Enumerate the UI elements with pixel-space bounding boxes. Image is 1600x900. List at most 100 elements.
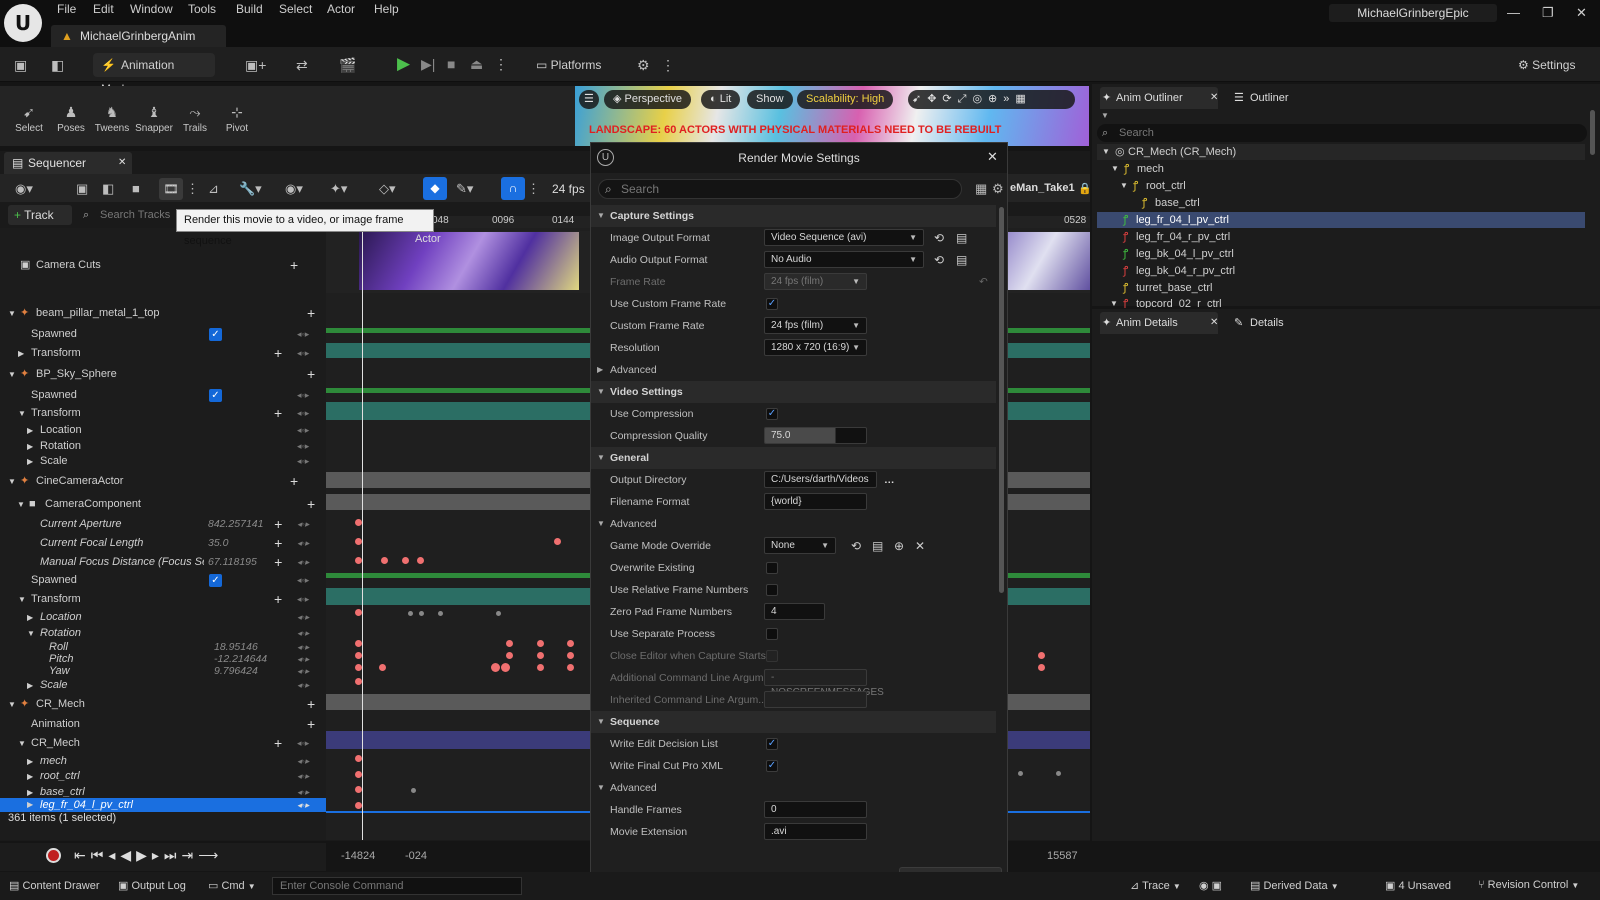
- restore-icon[interactable]: ❐: [1542, 5, 1554, 21]
- section-general[interactable]: ▼ General: [591, 447, 996, 469]
- reset-icon[interactable]: ⟲: [851, 535, 861, 557]
- plus-icon[interactable]: +: [274, 515, 282, 534]
- revision-control-button[interactable]: ⑂ Revision Control ▼: [1478, 879, 1579, 891]
- keyframe[interactable]: [355, 802, 362, 809]
- use-custom-frame-rate-checkbox[interactable]: ✓: [766, 298, 778, 310]
- unsaved-button[interactable]: ▣ 4 Unsaved: [1385, 879, 1451, 892]
- browse-folder-icon[interactable]: ▤: [956, 249, 967, 271]
- eject-icon[interactable]: ⏏: [470, 56, 483, 73]
- menu-select[interactable]: Select: [279, 2, 312, 16]
- range-mid[interactable]: -024: [405, 850, 427, 862]
- keyframe[interactable]: [355, 652, 362, 659]
- resolution-dropdown[interactable]: 1280 x 720 (16:9) ▼: [764, 339, 867, 356]
- dialog-scrollbar[interactable]: [999, 207, 1004, 593]
- track-row[interactable]: ▣ Camera Cuts +: [0, 256, 326, 275]
- trace-button[interactable]: ⊿ Trace ▼: [1130, 879, 1181, 892]
- platforms-button[interactable]: ▭ Platforms ▼: [528, 53, 618, 95]
- plus-icon[interactable]: +: [307, 695, 315, 714]
- lock-icon[interactable]: 🔒: [1078, 182, 1092, 195]
- expand-arrow-icon[interactable]: ▼: [8, 365, 16, 384]
- outliner-item[interactable]: ▼ ꝭ root_ctrl: [1097, 178, 1585, 194]
- mode-tweens[interactable]: ♞ Tweens: [92, 104, 132, 134]
- expand-arrow-icon[interactable]: ▶: [27, 798, 33, 812]
- pen-icon[interactable]: ✎▾: [456, 181, 473, 197]
- track-row[interactable]: Current Aperture 842.257141 + ◂◦▸: [0, 515, 326, 534]
- scalability-button[interactable]: Scalability: High: [797, 90, 894, 109]
- track-value[interactable]: 842.257141: [208, 515, 263, 534]
- anim-details-tab[interactable]: ✦ Anim Details ✕: [1100, 312, 1218, 334]
- expand-arrow-icon[interactable]: ▶: [27, 676, 33, 695]
- section-video-settings[interactable]: ▼ Video Settings: [591, 381, 996, 403]
- keyframe[interactable]: [491, 663, 500, 672]
- close-tab-icon[interactable]: ✕: [1210, 312, 1218, 334]
- plus-icon[interactable]: +: [274, 344, 282, 363]
- content-drawer-button[interactable]: ▤ Content Drawer: [9, 879, 100, 892]
- track-row[interactable]: ▼ ✦ beam_pillar_metal_1_top +: [0, 304, 326, 323]
- expand-arrow-icon[interactable]: ▶: [27, 452, 33, 471]
- keyframe[interactable]: [506, 652, 513, 659]
- range-end[interactable]: 15587: [1047, 850, 1078, 862]
- menu-edit[interactable]: Edit: [93, 2, 114, 16]
- outliner-item[interactable]: ꝭ base_ctrl: [1097, 195, 1585, 211]
- auto-key-icon[interactable]: ◆: [423, 177, 447, 200]
- keyframe[interactable]: [355, 609, 362, 616]
- expand-arrow-icon[interactable]: ▼: [18, 734, 26, 753]
- spawned-checkbox[interactable]: ✓: [209, 328, 222, 341]
- more-icon[interactable]: ⋮: [494, 56, 508, 73]
- key-nav-icon[interactable]: ◂◦▸: [297, 590, 309, 609]
- relative-frame-numbers-checkbox[interactable]: [766, 584, 778, 596]
- key-nav-icon[interactable]: ◂◦▸: [297, 676, 309, 695]
- keyframe[interactable]: [554, 538, 561, 545]
- menu-actor[interactable]: Actor: [327, 2, 355, 16]
- keyframe[interactable]: [1056, 771, 1061, 776]
- track-row[interactable]: ▼ Transform + ◂◦▸: [0, 590, 326, 609]
- mode-snapper[interactable]: ♝ Snapper: [134, 104, 174, 134]
- add-track-button[interactable]: + Track: [8, 205, 72, 225]
- mode-selector[interactable]: ⚡Animation Mode▼: [93, 53, 215, 96]
- menu-tools[interactable]: Tools: [188, 2, 216, 16]
- close-dialog-icon[interactable]: ✕: [987, 149, 998, 165]
- world-icon[interactable]: ◉▾: [15, 181, 33, 197]
- key-nav-icon[interactable]: ◂◦▸: [297, 553, 309, 572]
- handle-frames-input[interactable]: 0: [764, 801, 867, 818]
- derived-data-button[interactable]: ▤ Derived Data ▼: [1250, 879, 1339, 892]
- add-content-icon[interactable]: ▣+: [245, 57, 266, 74]
- keyframe[interactable]: [355, 786, 362, 793]
- settings-gear-small-icon[interactable]: ⚙: [637, 57, 650, 74]
- outliner-item-selected[interactable]: ꝭ leg_fr_04_l_pv_ctrl: [1097, 212, 1585, 228]
- track-row[interactable]: Spawned ✓ ◂◦▸: [0, 571, 326, 590]
- mode-trails[interactable]: ⤳ Trails: [175, 104, 215, 134]
- browse-ellipsis-icon[interactable]: …: [884, 469, 895, 491]
- filename-format-input[interactable]: {world}: [764, 493, 867, 510]
- keyframe[interactable]: [567, 664, 574, 671]
- filter-chevron-icon[interactable]: ▼: [1101, 111, 1109, 120]
- track-row[interactable]: ▼ ✦ CR_Mech +: [0, 695, 326, 714]
- output-directory-input[interactable]: C:/Users/darth/Videos: [764, 471, 877, 488]
- table-view-icon[interactable]: ▦: [975, 181, 987, 197]
- key-nav-icon[interactable]: ◂◦▸: [297, 515, 309, 534]
- anim-outliner-tab[interactable]: ✦ Anim Outliner ✕: [1100, 87, 1218, 109]
- render-movie-icon[interactable]: 🎞: [159, 178, 183, 200]
- keyframe[interactable]: [567, 640, 574, 647]
- plus-icon[interactable]: +: [290, 256, 298, 275]
- key-nav-icon[interactable]: ◂◦▸: [297, 734, 309, 753]
- save-sequence-icon[interactable]: ▣: [76, 181, 88, 197]
- expand-arrow-icon[interactable]: ▼: [8, 472, 16, 491]
- outliner-item[interactable]: ▼ ꝭ topcord_02_r_ctrl: [1097, 296, 1585, 308]
- close-tab-icon[interactable]: ✕: [118, 152, 126, 174]
- outliner-item[interactable]: ▼ ◎ CR_Mech (CR_Mech): [1097, 144, 1585, 160]
- image-output-format-dropdown[interactable]: Video Sequence (avi) ▼: [764, 229, 924, 246]
- expand-arrow-icon[interactable]: ▼: [8, 304, 16, 323]
- transform-icon[interactable]: ✦▾: [330, 181, 347, 197]
- keyframe[interactable]: [355, 771, 362, 778]
- key-nav-icon[interactable]: ◂◦▸: [297, 534, 309, 553]
- final-cut-pro-xml-checkbox[interactable]: ✓: [766, 760, 778, 772]
- gear-icon[interactable]: ⚙: [992, 181, 1004, 197]
- outliner-item[interactable]: ꝭ leg_bk_04_l_pv_ctrl: [1097, 246, 1585, 262]
- level-tab[interactable]: ▲ MichaelGrinbergAnim: [51, 25, 226, 47]
- keyframe[interactable]: [1038, 652, 1045, 659]
- keyframe[interactable]: [355, 557, 362, 564]
- expand-arrow-icon[interactable]: ▼: [17, 495, 25, 514]
- keyframe[interactable]: [355, 640, 362, 647]
- track-row-selected[interactable]: ▶ leg_fr_04_l_pv_ctrl ◂◦▸: [0, 798, 326, 812]
